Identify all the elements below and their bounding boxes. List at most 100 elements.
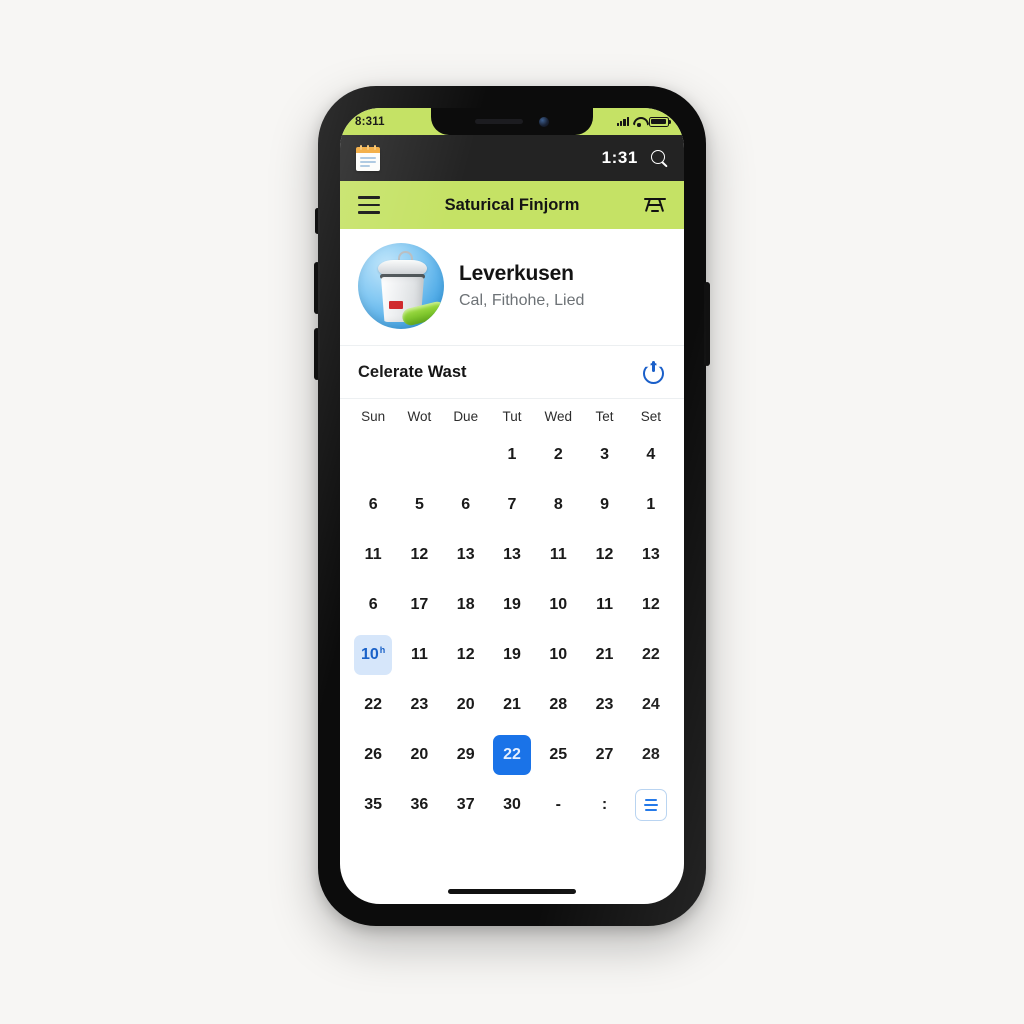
notepad-icon[interactable] [356,145,380,171]
calendar-day-cell[interactable]: 24 [628,680,674,730]
calendar-day-cell[interactable]: 12 [581,530,627,580]
calendar-day-label: 2 [553,446,563,463]
calendar-grid: 1 2 3 4 6 5 6 7 8 9 1 11 12 13 13 11 12 13 6 17 18 19 10 11 12 10… [350,430,674,830]
calendar-day-cell[interactable]: 21 [581,630,627,680]
earpiece-speaker [475,119,523,124]
calendar-week-row: 35 36 37 30 -: [350,780,674,830]
calendar-day-cell[interactable]: 6 [350,580,396,630]
calendar-day-selected[interactable]: 22 [489,730,535,780]
calendar-day-cell[interactable]: 28 [628,730,674,780]
calendar-day-cell[interactable]: 20 [396,730,442,780]
calendar-day-cell[interactable]: 35 [350,780,396,830]
home-indicator[interactable] [448,889,576,894]
calendar-day-label: 22 [364,696,383,713]
calendar-day-cell[interactable]: 21 [489,680,535,730]
calendar-day-label: 6 [461,496,471,513]
calendar-day-label: 12 [410,546,429,563]
calendar-day-cell[interactable]: 1 [489,430,535,480]
calendar-week-row: 26 20 29 22 25 27 28 [350,730,674,780]
calendar-day-cell[interactable]: 36 [396,780,442,830]
calendar-day-cell[interactable]: 22 [350,680,396,730]
calendar-day-cell[interactable]: 18 [443,580,489,630]
volume-up-button[interactable] [314,262,320,314]
calendar-day-cell[interactable]: 2 [535,430,581,480]
calendar-day-cell[interactable]: 25 [535,730,581,780]
calendar-day-cell[interactable]: 27 [581,730,627,780]
volume-down-button[interactable] [314,328,320,380]
calendar-day-label: 10 [549,646,568,663]
profile-text-block: Leverkusen Cal, Fithohe, Lied [459,262,584,309]
calendar-day-cell[interactable]: 12 [628,580,674,630]
calendar-list-view-button[interactable] [628,780,674,830]
calendar-day-cell[interactable]: 5 [396,480,442,530]
calendar-day-label: 17 [410,596,429,613]
calendar-day-today[interactable]: 10 h [350,630,396,680]
calendar-day-cell[interactable]: 22 [628,630,674,680]
calendar-day-cell[interactable]: 26 [350,730,396,780]
calendar-day-cell[interactable]: 19 [489,630,535,680]
calendar-day-cell[interactable]: 30 [489,780,535,830]
calendar-day-label: 21 [595,646,614,663]
calendar-day-cell[interactable]: 12 [396,530,442,580]
power-side-button[interactable] [704,282,710,366]
calendar-day-cell[interactable]: 7 [489,480,535,530]
calendar-day-cell[interactable]: 11 [535,530,581,580]
battery-icon [649,116,672,127]
calendar-day-label: 9 [600,496,610,513]
calendar-day-cell[interactable]: : [581,780,627,830]
calendar-day-header: Tet [595,409,614,424]
calendar-day-label: 22 [641,646,660,663]
calendar-day-cell[interactable]: 11 [350,530,396,580]
calendar-day-cell[interactable]: 6 [350,480,396,530]
filter-icon[interactable] [644,195,666,215]
hamburger-menu-icon[interactable] [358,196,380,214]
calendar-day-cell[interactable]: 13 [628,530,674,580]
calendar-day-cell[interactable]: 23 [581,680,627,730]
calendar-day-cell[interactable]: 3 [581,430,627,480]
section-header: Celerate Wast [340,346,684,399]
calendar-day-label [447,435,485,475]
list-icon [634,789,667,821]
search-icon[interactable] [651,149,668,167]
calendar-day-label: : [601,796,608,813]
calendar-day-cell[interactable]: 10 [535,630,581,680]
calendar-day-label: 8 [553,496,563,513]
calendar-day-cell[interactable]: 12 [443,630,489,680]
profile-title: Leverkusen [459,262,574,286]
calendar-day-header: Due [453,409,479,424]
calendar-day-cell[interactable]: 37 [443,780,489,830]
calendar-day-cell[interactable]: - [535,780,581,830]
calendar-day-cell[interactable]: 17 [396,580,442,630]
device-notch [431,108,593,135]
calendar-day-cell[interactable]: 1 [628,480,674,530]
calendar-day-cell[interactable]: 20 [443,680,489,730]
calendar-day-header: Wed [544,409,573,424]
calendar-day-cell[interactable]: 19 [489,580,535,630]
calendar-day-cell[interactable]: 11 [396,630,442,680]
calendar-day-cell[interactable]: 10 [535,580,581,630]
calendar-empty-cell [350,430,396,480]
mute-switch[interactable] [315,208,320,234]
app-bar-time: 1:31 [601,148,638,167]
profile-header[interactable]: Leverkusen Cal, Fithohe, Lied [340,229,684,346]
calendar-day-cell[interactable]: 29 [443,730,489,780]
calendar-day-cell[interactable]: 11 [581,580,627,630]
calendar-day-label: 11 [410,646,428,663]
calendar-day-cell[interactable]: 8 [535,480,581,530]
calendar-day-header: Tut [502,409,522,424]
calendar-day-label: 18 [456,596,475,613]
calendar-day-label: 12 [456,646,475,663]
calendar-day-cell[interactable]: 13 [443,530,489,580]
calendar-day-label: 27 [595,746,614,763]
calendar-day-label: 11 [364,546,382,563]
calendar-day-cell[interactable]: 13 [489,530,535,580]
section-title: Celerate Wast [358,363,467,381]
power-icon[interactable] [643,361,666,384]
calendar-day-cell[interactable]: 23 [396,680,442,730]
calendar-day-cell[interactable]: 28 [535,680,581,730]
calendar-day-cell[interactable]: 4 [628,430,674,480]
calendar-day-cell[interactable]: 6 [443,480,489,530]
calendar-day-label [354,435,392,475]
calendar-day-cell[interactable]: 9 [581,480,627,530]
profile-subtitle: Cal, Fithohe, Lied [459,291,585,309]
